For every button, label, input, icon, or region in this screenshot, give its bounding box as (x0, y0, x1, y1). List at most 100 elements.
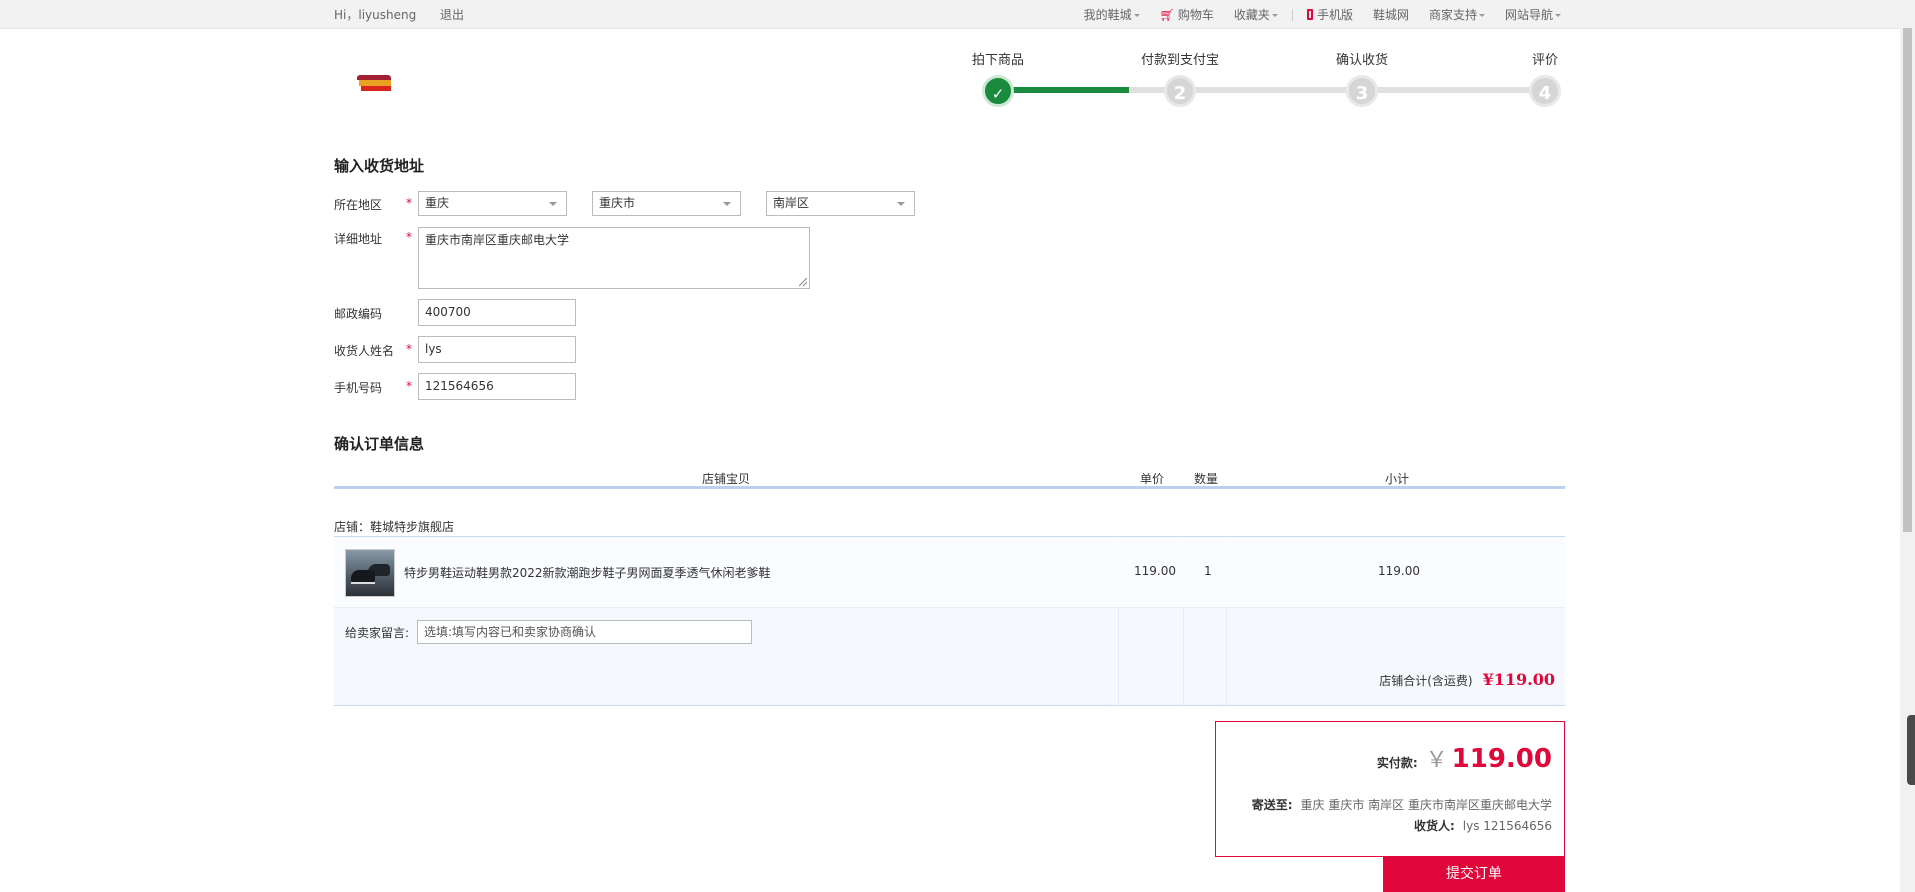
postcode-label: 邮政编码 (334, 307, 383, 321)
pay-amount-row: 实付款: ￥ 119.00 (1377, 742, 1552, 774)
postcode-input[interactable]: 400700 (418, 299, 576, 326)
site-nav-label: 网站导航 (1504, 8, 1553, 22)
mobile-label: 手机版 (1316, 8, 1353, 22)
my-shoecity-menu[interactable]: 我的鞋城 (1084, 6, 1140, 23)
phone-icon (1306, 9, 1313, 20)
merchant-support-label: 商家支持 (1428, 8, 1477, 22)
currency-symbol: ￥ (1425, 748, 1448, 773)
required-mark: * (406, 342, 412, 356)
detail-address-value: 重庆市南岸区重庆邮电大学 (425, 233, 570, 247)
shop-total-value: ¥119.00 (1482, 670, 1555, 689)
receiver-row: 收货人: lys 121564656 (1414, 817, 1552, 834)
item-price: 119.00 (1134, 564, 1176, 578)
order-item-row: 特步男鞋运动鞋男款2022新款潮跑步鞋子男网面夏季透气休闲老爹鞋 119.00 … (334, 537, 1565, 608)
step-label: 确认收货 (1335, 53, 1388, 68)
shop-name-link[interactable]: 鞋城特步旗舰店 (370, 520, 454, 534)
step-number: 2 (1164, 75, 1196, 107)
phone-label: 手机号码 (334, 381, 383, 395)
shoe-sole (351, 582, 375, 584)
header-subtotal: 小计 (1385, 472, 1410, 486)
top-nav-bar: Hi，liyusheng 退出 我的鞋城 🛒︎ 购物车 收藏夹 手机版 鞋城网 商… (0, 0, 1900, 29)
chevron-down-icon (1478, 13, 1485, 17)
province-value: 重庆 (425, 196, 450, 210)
region-label: 所在地区 (334, 198, 383, 212)
favorites-menu[interactable]: 收藏夹 (1234, 6, 1278, 23)
user-greeting-area: Hi，liyusheng 退出 (334, 6, 484, 23)
scrollbar-thumb[interactable] (1903, 28, 1912, 532)
chevron-down-icon (1133, 13, 1140, 17)
shop-label: 店铺： (334, 520, 371, 534)
pay-label: 实付款: (1376, 756, 1418, 770)
receiver-name-label: 收货人姓名 (334, 344, 395, 358)
favorites-label: 收藏夹 (1233, 8, 1270, 22)
ship-to-row: 寄送至: 重庆 重庆市 南岸区 重庆市南岸区重庆邮电大学 (1252, 796, 1552, 813)
site-nav-menu[interactable]: 网站导航 (1505, 6, 1561, 23)
province-select[interactable]: 重庆 (418, 191, 567, 216)
item-subtotal: 119.00 (1378, 564, 1420, 578)
product-thumbnail[interactable] (345, 549, 395, 597)
order-section-title: 确认订单信息 (334, 435, 425, 453)
chevron-down-icon (1555, 13, 1561, 17)
phone-input[interactable]: 121564656 (418, 373, 576, 400)
shop-line: 店铺：鞋城特步旗舰店 (334, 518, 454, 535)
required-mark: * (406, 379, 412, 393)
seller-message-input[interactable]: 选填:填写内容已和卖家协商确认 (417, 620, 752, 644)
step-4: 评价 4 (1485, 50, 1605, 107)
district-value: 南岸区 (773, 196, 810, 210)
side-float-widget[interactable] (1907, 715, 1915, 785)
submit-order-button[interactable]: 提交订单 (1383, 856, 1565, 892)
header-price: 单价 (1140, 472, 1165, 486)
shoe-net-link[interactable]: 鞋城网 (1373, 6, 1409, 23)
ship-to-value: 重庆 重庆市 南岸区 重庆市南岸区重庆邮电大学 (1300, 798, 1552, 812)
product-title-link[interactable]: 特步男鞋运动鞋男款2022新款潮跑步鞋子男网面夏季透气休闲老爹鞋 (404, 564, 771, 581)
chevron-down-icon (1271, 13, 1278, 17)
order-box: 特步男鞋运动鞋男款2022新款潮跑步鞋子男网面夏季透气休闲老爹鞋 119.00 … (334, 536, 1565, 706)
ship-to-label: 寄送至: (1251, 798, 1293, 812)
merchant-support-menu[interactable]: 商家支持 (1429, 6, 1485, 23)
receiver-value: lys 121564656 (1462, 819, 1552, 833)
item-qty: 1 (1204, 564, 1212, 578)
resize-grip-icon[interactable] (799, 278, 807, 286)
step-3: 确认收货 3 (1302, 50, 1422, 107)
cart-label: 购物车 (1177, 8, 1214, 22)
pay-amount: 119.00 (1451, 744, 1552, 774)
header-item: 店铺宝贝 (702, 472, 751, 486)
cart-link[interactable]: 🛒︎ 购物车 (1160, 6, 1214, 23)
site-logo[interactable] (357, 75, 391, 91)
address-section-title: 输入收货地址 (334, 157, 425, 175)
chevron-down-icon (549, 202, 557, 206)
detail-address-label: 详细地址 (334, 232, 383, 246)
logo-stripe (361, 86, 391, 91)
seller-message-label: 给卖家留言: (345, 626, 410, 640)
shop-total: 店铺合计(含运费) ¥119.00 (1379, 670, 1555, 689)
mobile-link[interactable]: 手机版 (1306, 6, 1353, 23)
check-icon: ✓ (982, 75, 1014, 107)
step-label: 评价 (1531, 53, 1558, 68)
receiver-label: 收货人: (1413, 819, 1455, 833)
progress-fill (998, 87, 1129, 93)
user-greeting: Hi，liyusheng (334, 8, 417, 22)
receiver-name-input[interactable]: lys (418, 336, 576, 363)
cart-icon: 🛒︎ (1159, 7, 1175, 22)
order-table-header: 店铺宝贝 单价 数量 小计 (334, 466, 1565, 489)
step-1: 拍下商品 ✓ (938, 50, 1058, 107)
required-mark: * (406, 196, 412, 210)
step-2: 付款到支付宝 2 (1120, 50, 1240, 107)
logout-link[interactable]: 退出 (440, 8, 464, 22)
required-mark: * (406, 230, 412, 244)
top-nav-links: 我的鞋城 🛒︎ 购物车 收藏夹 手机版 鞋城网 商家支持 网站导航 (1064, 6, 1561, 23)
city-value: 重庆市 (599, 196, 636, 210)
step-number: 3 (1346, 75, 1378, 107)
my-shoecity-label: 我的鞋城 (1083, 8, 1132, 22)
payment-summary: 实付款: ￥ 119.00 寄送至: 重庆 重庆市 南岸区 重庆市南岸区重庆邮电大… (1215, 721, 1565, 857)
detail-address-textarea[interactable]: 重庆市南岸区重庆邮电大学 (418, 227, 810, 289)
district-select[interactable]: 南岸区 (766, 191, 915, 216)
shop-total-label: 店铺合计(含运费) (1379, 674, 1473, 688)
chevron-down-icon (897, 202, 905, 206)
step-number: 4 (1529, 75, 1561, 107)
city-select[interactable]: 重庆市 (592, 191, 741, 216)
step-label: 付款到支付宝 (1140, 53, 1219, 68)
step-label: 拍下商品 (971, 53, 1024, 68)
chevron-down-icon (723, 202, 731, 206)
order-progress-steps: 拍下商品 ✓ 付款到支付宝 2 确认收货 3 评价 4 (960, 50, 1561, 110)
